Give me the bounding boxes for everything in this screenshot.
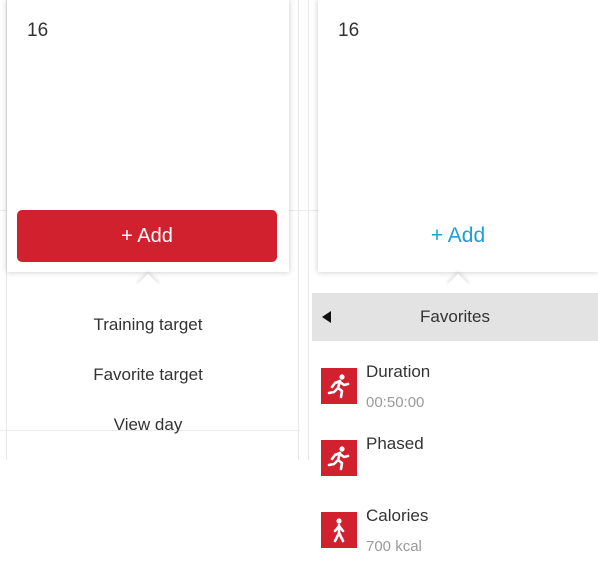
- grid-line: [298, 0, 299, 460]
- menu-item-favorite-target[interactable]: Favorite target: [12, 350, 284, 400]
- favorite-item-duration[interactable]: Duration 00:50:00: [318, 356, 598, 428]
- running-icon: [321, 368, 357, 404]
- favorite-value: 700 kcal: [366, 538, 422, 555]
- menu-item-training-target[interactable]: Training target: [12, 300, 284, 350]
- day-number: 16: [27, 20, 49, 41]
- favorite-name: Calories: [366, 506, 429, 525]
- walking-icon: [321, 512, 357, 548]
- favorite-item-phased[interactable]: Phased: [318, 428, 598, 500]
- running-icon: [321, 440, 357, 476]
- favorites-header: Favorites: [312, 293, 598, 341]
- favorite-item-calories[interactable]: Calories 700 kcal: [318, 500, 598, 572]
- menu-item-view-day[interactable]: View day: [12, 400, 284, 450]
- add-menu: Training target Favorite target View day: [12, 300, 284, 450]
- day-number: 16: [338, 20, 360, 41]
- day-card-right[interactable]: 16 + Add: [318, 0, 598, 272]
- favorite-name: Phased: [366, 434, 424, 453]
- favorites-title: Favorites: [420, 307, 490, 326]
- favorite-name: Duration: [366, 362, 431, 381]
- add-link[interactable]: + Add: [318, 224, 598, 248]
- add-button[interactable]: + Add: [17, 210, 277, 262]
- day-card-left[interactable]: 16 + Add: [7, 0, 289, 272]
- back-arrow-icon[interactable]: [322, 311, 331, 323]
- favorites-list: Duration 00:50:00 Phased Calories 700 kc…: [318, 356, 598, 572]
- grid-line: [308, 0, 309, 460]
- favorite-value: 00:50:00: [366, 394, 425, 411]
